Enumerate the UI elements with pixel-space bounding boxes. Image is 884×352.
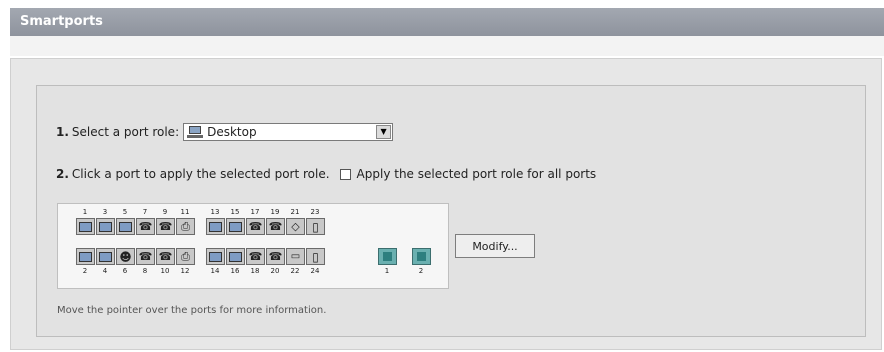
port-number-label: 16 (230, 267, 240, 275)
port-number-label: 2 (82, 267, 88, 275)
apply-all-label: Apply the selected port role for all por… (356, 167, 597, 181)
port-6-button[interactable] (116, 248, 135, 265)
port-20-button[interactable] (266, 248, 285, 265)
step2-number: 2. (56, 167, 69, 181)
port-19-button[interactable] (266, 218, 285, 235)
step2-label: Click a port to apply the selected port … (71, 167, 330, 181)
port-8-button[interactable] (136, 248, 155, 265)
port-12-button[interactable] (176, 248, 195, 265)
port-number-label: 1 (82, 208, 88, 216)
port-18-button[interactable] (246, 248, 265, 265)
port-number-label: 12 (180, 267, 190, 275)
port-13-button[interactable] (206, 218, 225, 235)
port-number-label: 2 (418, 267, 424, 275)
port-role-select[interactable]: Desktop ▼ (183, 123, 394, 141)
port-7-button[interactable] (136, 218, 155, 235)
port-number-label: 23 (310, 208, 320, 216)
port-number-label: 17 (250, 208, 260, 216)
page-header: Smartports (10, 8, 884, 36)
step1-label: Select a port role: (71, 125, 180, 139)
port-22-button[interactable] (286, 248, 305, 265)
port-14-button[interactable] (206, 248, 225, 265)
port-role-value: Desktop (207, 125, 257, 139)
port-15-button[interactable] (226, 218, 245, 235)
uplink-port-2-button[interactable] (412, 248, 431, 265)
port-number-label: 20 (270, 267, 280, 275)
port-1-button[interactable] (76, 218, 95, 235)
chevron-down-icon[interactable]: ▼ (376, 125, 392, 139)
port-role-row: 1. Select a port role: Desktop ▼ (56, 122, 394, 142)
port-21-button[interactable] (286, 218, 305, 235)
desktop-icon (187, 126, 204, 138)
step1-number: 1. (56, 125, 69, 139)
apply-role-row: 2. Click a port to apply the selected po… (56, 164, 596, 184)
port-number-label: 11 (180, 208, 190, 216)
port-17-button[interactable] (246, 218, 265, 235)
port-4-button[interactable] (96, 248, 115, 265)
port-number-label: 6 (122, 267, 128, 275)
uplink-port-1-button[interactable] (378, 248, 397, 265)
port-number-label: 5 (122, 208, 128, 216)
apply-all-checkbox[interactable] (339, 168, 351, 180)
port-9-button[interactable] (156, 218, 175, 235)
port-11-button[interactable] (176, 218, 195, 235)
port-number-label: 14 (210, 267, 220, 275)
port-number-label: 15 (230, 208, 240, 216)
port-5-button[interactable] (116, 218, 135, 235)
port-24-button[interactable] (306, 248, 325, 265)
modify-button[interactable]: Modify... (455, 234, 535, 258)
port-3-button[interactable] (96, 218, 115, 235)
port-2-button[interactable] (76, 248, 95, 265)
port-number-label: 1 (384, 267, 390, 275)
port-number-label: 10 (160, 267, 170, 275)
port-number-label: 22 (290, 267, 300, 275)
port-10-button[interactable] (156, 248, 175, 265)
port-number-label: 19 (270, 208, 280, 216)
port-number-label: 4 (102, 267, 108, 275)
switch-ports-panel: 1357911131517192123246810121416182022241… (57, 203, 449, 289)
hint-text: Move the pointer over the ports for more… (57, 305, 327, 316)
port-number-label: 21 (290, 208, 300, 216)
page-title: Smartports (20, 14, 103, 29)
port-number-label: 24 (310, 267, 320, 275)
port-number-label: 9 (162, 208, 168, 216)
port-23-button[interactable] (306, 218, 325, 235)
header-spacer (10, 36, 884, 56)
port-number-label: 3 (102, 208, 108, 216)
port-16-button[interactable] (226, 248, 245, 265)
port-number-label: 18 (250, 267, 260, 275)
port-number-label: 8 (142, 267, 148, 275)
port-number-label: 7 (142, 208, 148, 216)
port-number-label: 13 (210, 208, 220, 216)
